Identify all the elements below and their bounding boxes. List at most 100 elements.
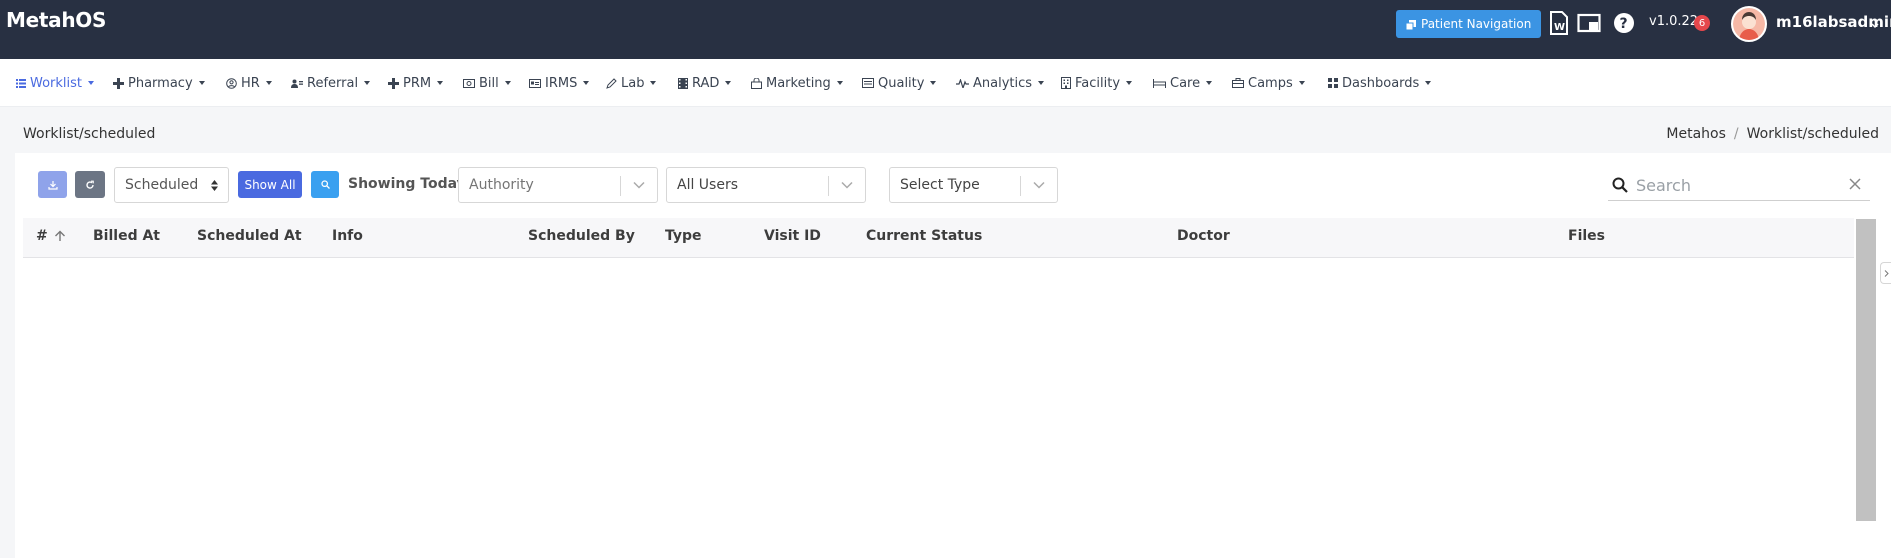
refresh-icon [86,180,94,189]
users-select-value: All Users [677,177,739,193]
breadcrumb-item-current: Worklist/scheduled [1746,126,1879,142]
nav-item-bill[interactable]: Bill [463,74,511,92]
nav-label: Camps [1248,75,1293,91]
sort-arrows-icon [211,180,218,191]
nav-label: PRM [403,75,432,91]
copy-icon [1405,19,1416,31]
nav-label: Quality [878,75,925,91]
list-icon [16,78,26,88]
nav-item-camps[interactable]: Camps [1232,74,1305,92]
worklist-card [15,153,1891,558]
nav-item-hr[interactable]: HR [226,74,272,92]
chevron-right-icon [1884,269,1889,277]
nav-label: Facility [1075,75,1121,91]
nav-item-marketing[interactable]: Marketing [751,74,843,92]
search-field [1608,169,1870,201]
nav-item-lab[interactable]: Lab [606,74,657,92]
caret-down-icon [1298,81,1305,85]
status-select-value: Scheduled [125,177,199,193]
breadcrumb-separator: / [1733,126,1739,142]
table-scrollbar[interactable] [1856,219,1876,521]
caret-down-icon [930,81,937,85]
caret-down-icon [504,81,511,85]
breadcrumb: Metahos / Worklist/scheduled [1666,126,1879,142]
grid-icon [1328,78,1338,88]
caret-down-icon [725,81,732,85]
nav-label: Marketing [766,75,831,91]
column-header-scheduled-at[interactable]: Scheduled At [197,228,302,244]
nav-label: Dashboards [1342,75,1420,91]
caret-down-icon [1206,81,1213,85]
column-header-number[interactable]: # [36,228,66,244]
pulse-icon [956,78,969,88]
select-divider [828,176,829,196]
column-header-files[interactable]: Files [1568,228,1605,244]
search-input[interactable] [1636,172,1836,198]
plus-icon [388,77,399,89]
authority-select[interactable]: Authority [458,167,658,203]
table-header: # Billed At Scheduled At Info Scheduled … [23,218,1854,258]
nav-item-quality[interactable]: Quality [862,74,937,92]
nav-label: Referral [307,75,359,91]
caret-down-icon [364,81,371,85]
nav-item-care[interactable]: Care [1153,74,1213,92]
column-header-current-status[interactable]: Current Status [866,228,982,244]
plus-icon [113,77,124,89]
nav-label: Analytics [973,75,1033,91]
nav-item-dashboards[interactable]: Dashboards [1328,74,1432,92]
app-logo[interactable]: MetahOS [6,8,106,32]
word-document-icon[interactable]: W [1547,10,1571,36]
side-panel-toggle[interactable] [1880,262,1891,284]
select-divider [620,176,621,196]
download-button[interactable] [38,171,67,198]
status-select[interactable]: Scheduled [114,167,229,203]
version-label: v1.0.22 [1649,14,1699,29]
search-button[interactable] [311,171,339,198]
bed-icon [1153,78,1166,88]
chevron-down-icon [1033,181,1045,189]
column-header-doctor[interactable]: Doctor [1177,228,1230,244]
nav-item-analytics[interactable]: Analytics [956,74,1045,92]
users-select[interactable]: All Users [666,167,866,203]
users-icon [291,79,303,88]
nav-item-worklist[interactable]: Worklist [16,74,95,92]
nav-item-pharmacy[interactable]: Pharmacy [113,74,205,92]
building-icon [1061,77,1071,89]
patient-navigation-label: Patient Navigation [1421,17,1532,31]
nav-item-facility[interactable]: Facility [1061,74,1133,92]
column-label: # [36,228,48,244]
nav-item-prm[interactable]: PRM [388,74,444,92]
avatar[interactable] [1731,6,1767,42]
column-header-scheduled-by[interactable]: Scheduled By [528,228,635,244]
caret-down-icon [265,81,272,85]
close-icon[interactable] [1849,178,1861,190]
refresh-button[interactable] [75,171,105,198]
column-header-visit-id[interactable]: Visit ID [764,228,821,244]
pen-icon [606,77,617,89]
caret-down-icon [583,81,590,85]
main-nav: Worklist Pharmacy HR Referral PRM Bill I… [0,59,1891,107]
breadcrumb-item-home[interactable]: Metahos [1666,126,1726,142]
nav-item-rad[interactable]: RAD [678,74,732,92]
caret-down-icon [650,81,657,85]
window-icon[interactable] [1577,10,1601,36]
nav-item-referral[interactable]: Referral [291,74,371,92]
type-select[interactable]: Select Type [889,167,1058,203]
select-divider [1020,176,1021,196]
column-header-info[interactable]: Info [332,228,363,244]
help-icon[interactable]: ? [1612,10,1636,36]
sort-up-icon [54,230,65,241]
list-alt-icon [862,78,874,88]
chevron-down-icon[interactable] [1871,18,1879,29]
bag-icon [751,77,762,89]
column-header-type[interactable]: Type [665,228,702,244]
column-header-billed-at[interactable]: Billed At [93,228,160,244]
nav-label: Pharmacy [128,75,193,91]
notification-badge[interactable]: 6 [1694,15,1710,31]
svg-text:?: ? [1620,16,1628,32]
nav-item-irms[interactable]: IRMS [529,74,590,92]
patient-navigation-button[interactable]: Patient Navigation [1396,10,1542,38]
money-icon [463,78,475,88]
search-icon [1612,177,1628,193]
show-all-button[interactable]: Show All [238,171,302,198]
